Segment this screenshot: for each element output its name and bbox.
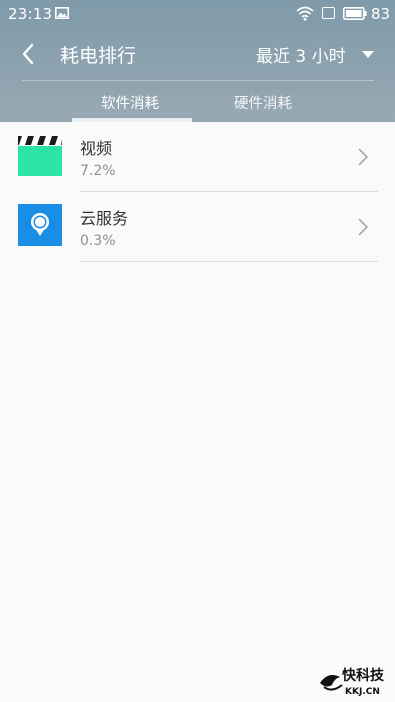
svg-text:快科技: 快科技 [342, 667, 385, 684]
kkj-watermark-logo: 快科技 KKJ.CN [320, 667, 385, 697]
wifi-icon [296, 6, 314, 21]
page-title: 耗电排行 [60, 45, 137, 67]
header-divider [22, 80, 374, 81]
image-icon [55, 7, 69, 19]
video-app-icon [18, 136, 62, 176]
list-divider [80, 261, 378, 262]
header: 23:13 83 耗电排行 最近 3 小时 软件消耗 硬件消耗 [0, 0, 395, 122]
square-icon [322, 7, 335, 19]
cloud-service-app-icon [18, 204, 62, 246]
chevron-right-icon [358, 148, 369, 166]
time-range-label: 最近 3 小时 [256, 47, 346, 67]
status-time: 23:13 [8, 5, 53, 23]
status-bar: 23:13 83 [0, 0, 395, 28]
dropdown-arrow-icon [362, 51, 374, 58]
tab-hardware-consumption[interactable]: 硬件消耗 [234, 92, 292, 113]
time-range-dropdown[interactable]: 最近 3 小时 [256, 42, 376, 68]
app-percent: 7.2% [80, 163, 116, 179]
back-arrow-icon[interactable] [18, 40, 40, 68]
list-item-cloud-service[interactable]: 云服务 0.3% [0, 192, 395, 262]
svg-text:KKJ.CN: KKJ.CN [345, 687, 380, 697]
app-name: 云服务 [80, 209, 129, 228]
tab-software-consumption[interactable]: 软件消耗 [101, 92, 159, 113]
chevron-right-icon [358, 218, 369, 236]
app-name: 视频 [80, 139, 113, 158]
app-percent: 0.3% [80, 233, 116, 249]
list-item-video[interactable]: 视频 7.2% [0, 122, 395, 192]
battery-level: 83 [371, 5, 391, 23]
battery-icon [343, 7, 367, 20]
